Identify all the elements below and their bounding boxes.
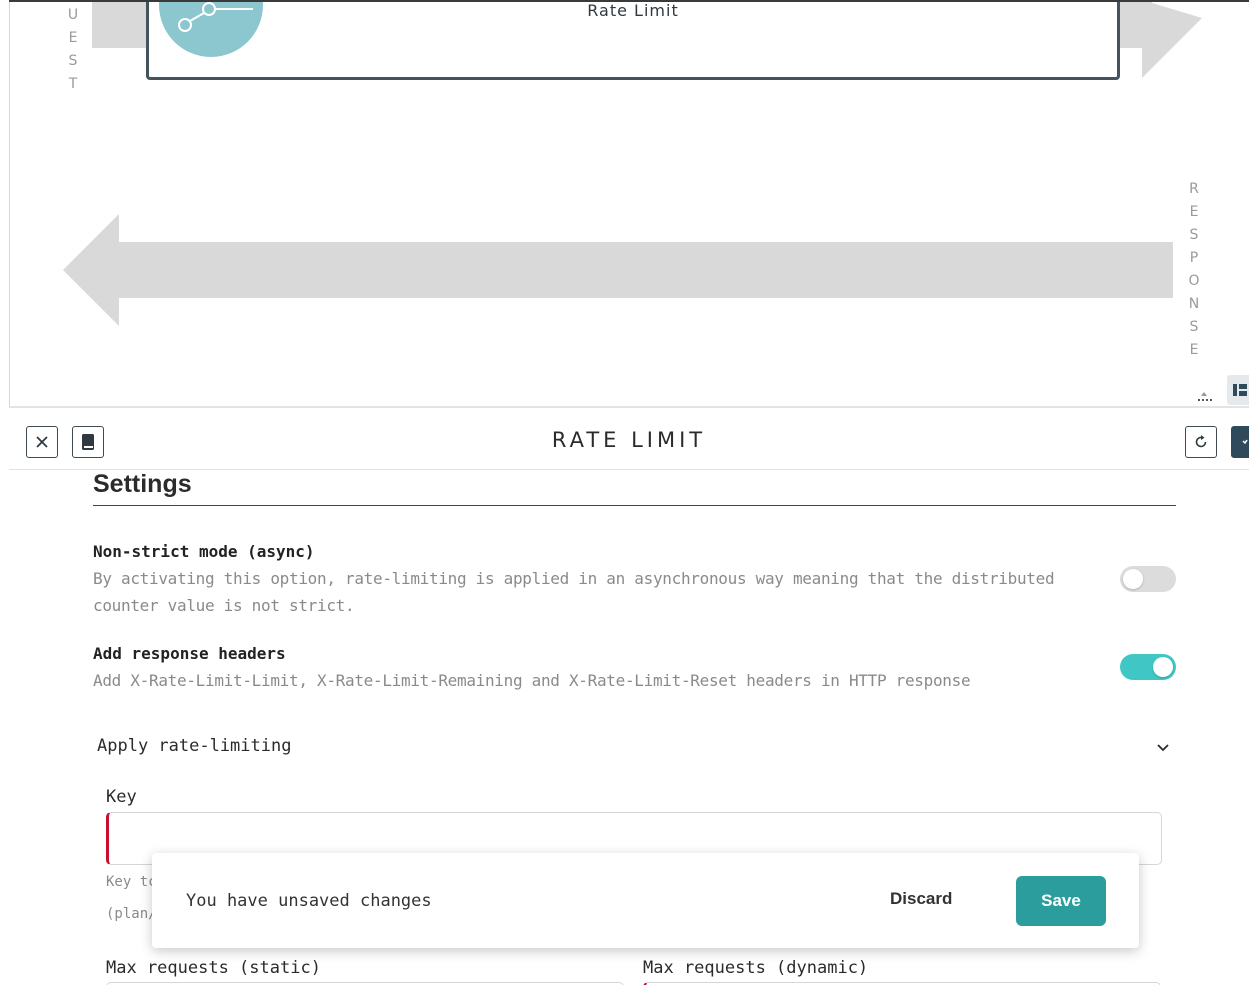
request-letter: T (68, 76, 78, 92)
settings-form: Settings Non-strict mode (async) By acti… (93, 470, 1176, 756)
canvas-side-panel-button[interactable] (1227, 375, 1249, 405)
settings-heading: Settings (93, 470, 1176, 506)
layout-icon (1233, 384, 1247, 396)
response-letter: O (1188, 273, 1200, 289)
response-headers-toggle[interactable] (1120, 654, 1176, 680)
toggle-knob (1153, 657, 1173, 677)
unsaved-changes-message: You have unsaved changes (186, 891, 432, 911)
unsaved-changes-toast: You have unsaved changes Discard Save (152, 853, 1139, 948)
key-hint-line-2: (plan/ (106, 906, 157, 922)
response-letter: E (1189, 342, 1199, 358)
reset-button[interactable] (1185, 426, 1217, 458)
response-letter: S (1189, 227, 1199, 243)
chevron-down-icon (1157, 744, 1169, 752)
response-headers-description: Add X-Rate-Limit-Limit, X-Rate-Limit-Rem… (93, 671, 971, 690)
request-letter: E (68, 30, 78, 46)
request-label: U E S T (66, 4, 80, 96)
response-headers-option: Add response headers Add X-Rate-Limit-Li… (93, 644, 1176, 694)
non-strict-option: Non-strict mode (async) By activating th… (93, 542, 1176, 619)
response-letter: S (1189, 319, 1199, 335)
key-hint-line-1: Key tc (106, 874, 157, 890)
non-strict-description: By activating this option, rate-limiting… (93, 569, 1055, 615)
rate-limit-policy-card[interactable]: Rate Limit (146, 0, 1120, 80)
flow-canvas: U E S T Rate Limit R E S P O N S E (9, 0, 1249, 406)
response-arrow (63, 214, 1173, 326)
panel-title: RATE LIMIT (551, 428, 707, 452)
response-label: R E S P O N S E (1187, 178, 1201, 362)
response-letter: R (1189, 181, 1199, 197)
response-headers-title: Add response headers (93, 644, 286, 663)
toggle-knob (1123, 569, 1143, 589)
response-letter: E (1189, 204, 1199, 220)
save-button[interactable]: Save (1016, 876, 1106, 926)
response-letter: P (1189, 250, 1199, 266)
check-icon (1242, 439, 1248, 445)
apply-rate-limiting-label: Apply rate-limiting (97, 736, 292, 756)
discard-button[interactable]: Discard (890, 889, 952, 909)
policy-panel-header: RATE LIMIT (9, 406, 1249, 470)
max-requests-static-label: Max requests (static) (106, 958, 321, 978)
canvas-top-edge (9, 0, 1249, 12)
reset-icon (1195, 435, 1207, 448)
response-letter: N (1188, 296, 1200, 312)
non-strict-toggle[interactable] (1120, 566, 1176, 592)
key-label: Key (106, 787, 137, 807)
apply-button[interactable] (1231, 426, 1249, 458)
non-strict-title: Non-strict mode (async) (93, 542, 315, 561)
max-requests-dynamic-label: Max requests (dynamic) (643, 958, 869, 978)
apply-rate-limiting-section[interactable]: Apply rate-limiting (97, 736, 1172, 756)
request-letter: S (68, 53, 78, 69)
